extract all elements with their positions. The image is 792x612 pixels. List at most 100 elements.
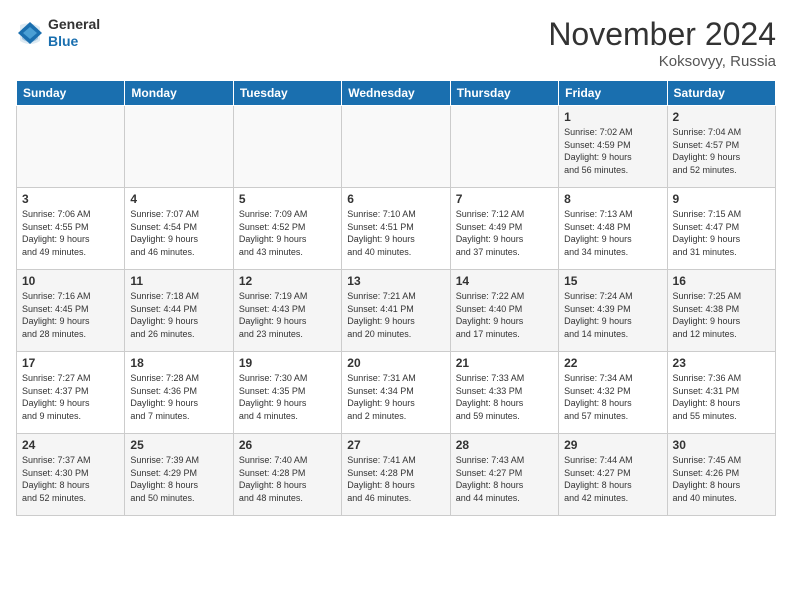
cell-2-4: 14Sunrise: 7:22 AMSunset: 4:40 PMDayligh…	[450, 270, 558, 352]
day-info: Sunrise: 7:04 AMSunset: 4:57 PMDaylight:…	[673, 126, 770, 176]
week-row-1: 1 Sunrise: 7:02 AMSunset: 4:59 PMDaylight…	[17, 106, 776, 188]
day-number: 1	[564, 110, 661, 124]
logo-icon	[16, 19, 44, 47]
cell-0-5: 1 Sunrise: 7:02 AMSunset: 4:59 PMDaylight…	[559, 106, 667, 188]
day-number: 8	[564, 192, 661, 206]
day-number: 23	[673, 356, 770, 370]
day-number: 11	[130, 274, 227, 288]
col-monday: Monday	[125, 81, 233, 106]
day-number: 10	[22, 274, 119, 288]
col-wednesday: Wednesday	[342, 81, 450, 106]
month-title: November 2024	[548, 16, 776, 53]
cell-1-1: 4 Sunrise: 7:07 AMSunset: 4:54 PMDaylight…	[125, 188, 233, 270]
cell-4-1: 25 Sunrise: 7:39 AMSunset: 4:29 PMDayligh…	[125, 434, 233, 516]
logo: General Blue	[16, 16, 100, 50]
col-sunday: Sunday	[17, 81, 125, 106]
day-info: Sunrise: 7:39 AMSunset: 4:29 PMDaylight:…	[130, 454, 227, 504]
cell-3-5: 22 Sunrise: 7:34 AMSunset: 4:32 PMDayligh…	[559, 352, 667, 434]
day-info: Sunrise: 7:15 AMSunset: 4:47 PMDaylight:…	[673, 208, 770, 258]
week-row-2: 3Sunrise: 7:06 AMSunset: 4:55 PMDaylight…	[17, 188, 776, 270]
week-row-3: 10 Sunrise: 7:16 AMSunset: 4:45 PMDayligh…	[17, 270, 776, 352]
day-number: 19	[239, 356, 336, 370]
cell-4-3: 27 Sunrise: 7:41 AMSunset: 4:28 PMDayligh…	[342, 434, 450, 516]
title-block: November 2024 Koksovyy, Russia	[548, 16, 776, 70]
day-info: Sunrise: 7:13 AMSunset: 4:48 PMDaylight:…	[564, 208, 661, 258]
week-row-4: 17Sunrise: 7:27 AMSunset: 4:37 PMDayligh…	[17, 352, 776, 434]
day-number: 4	[130, 192, 227, 206]
day-info: Sunrise: 7:34 AMSunset: 4:32 PMDaylight:…	[564, 372, 661, 422]
day-info: Sunrise: 7:18 AMSunset: 4:44 PMDaylight:…	[130, 290, 227, 340]
day-info: Sunrise: 7:45 AMSunset: 4:26 PMDaylight:…	[673, 454, 770, 504]
day-info: Sunrise: 7:22 AMSunset: 4:40 PMDaylight:…	[456, 290, 553, 340]
cell-2-3: 13 Sunrise: 7:21 AMSunset: 4:41 PMDayligh…	[342, 270, 450, 352]
day-info: Sunrise: 7:30 AMSunset: 4:35 PMDaylight:…	[239, 372, 336, 422]
cell-0-4	[450, 106, 558, 188]
cell-3-4: 21 Sunrise: 7:33 AMSunset: 4:33 PMDayligh…	[450, 352, 558, 434]
day-number: 21	[456, 356, 553, 370]
day-info: Sunrise: 7:40 AMSunset: 4:28 PMDaylight:…	[239, 454, 336, 504]
day-info: Sunrise: 7:43 AMSunset: 4:27 PMDaylight:…	[456, 454, 553, 504]
day-info: Sunrise: 7:37 AMSunset: 4:30 PMDaylight:…	[22, 454, 119, 504]
day-number: 20	[347, 356, 444, 370]
day-info: Sunrise: 7:21 AMSunset: 4:41 PMDaylight:…	[347, 290, 444, 340]
header: General Blue November 2024 Koksovyy, Rus…	[16, 16, 776, 70]
day-info: Sunrise: 7:19 AMSunset: 4:43 PMDaylight:…	[239, 290, 336, 340]
day-number: 2	[673, 110, 770, 124]
cell-0-1	[125, 106, 233, 188]
logo-text: General Blue	[48, 16, 100, 50]
cell-1-6: 9Sunrise: 7:15 AMSunset: 4:47 PMDaylight…	[667, 188, 775, 270]
cell-1-2: 5Sunrise: 7:09 AMSunset: 4:52 PMDaylight…	[233, 188, 341, 270]
day-number: 15	[564, 274, 661, 288]
cell-3-1: 18Sunrise: 7:28 AMSunset: 4:36 PMDayligh…	[125, 352, 233, 434]
page: General Blue November 2024 Koksovyy, Rus…	[0, 0, 792, 612]
day-number: 6	[347, 192, 444, 206]
cell-0-2	[233, 106, 341, 188]
week-row-5: 24 Sunrise: 7:37 AMSunset: 4:30 PMDayligh…	[17, 434, 776, 516]
cell-2-2: 12Sunrise: 7:19 AMSunset: 4:43 PMDayligh…	[233, 270, 341, 352]
day-info: Sunrise: 7:25 AMSunset: 4:38 PMDaylight:…	[673, 290, 770, 340]
col-tuesday: Tuesday	[233, 81, 341, 106]
cell-3-6: 23Sunrise: 7:36 AMSunset: 4:31 PMDayligh…	[667, 352, 775, 434]
cell-4-0: 24 Sunrise: 7:37 AMSunset: 4:30 PMDayligh…	[17, 434, 125, 516]
cell-2-0: 10 Sunrise: 7:16 AMSunset: 4:45 PMDayligh…	[17, 270, 125, 352]
cell-2-6: 16 Sunrise: 7:25 AMSunset: 4:38 PMDayligh…	[667, 270, 775, 352]
day-info: Sunrise: 7:07 AMSunset: 4:54 PMDaylight:…	[130, 208, 227, 258]
day-info: Sunrise: 7:02 AMSunset: 4:59 PMDaylight:…	[564, 126, 661, 176]
day-number: 28	[456, 438, 553, 452]
cell-0-0	[17, 106, 125, 188]
cell-0-6: 2 Sunrise: 7:04 AMSunset: 4:57 PMDaylight…	[667, 106, 775, 188]
day-number: 16	[673, 274, 770, 288]
day-number: 25	[130, 438, 227, 452]
day-info: Sunrise: 7:24 AMSunset: 4:39 PMDaylight:…	[564, 290, 661, 340]
day-info: Sunrise: 7:16 AMSunset: 4:45 PMDaylight:…	[22, 290, 119, 340]
day-number: 13	[347, 274, 444, 288]
cell-4-2: 26 Sunrise: 7:40 AMSunset: 4:28 PMDayligh…	[233, 434, 341, 516]
day-number: 26	[239, 438, 336, 452]
day-number: 22	[564, 356, 661, 370]
cell-4-4: 28 Sunrise: 7:43 AMSunset: 4:27 PMDayligh…	[450, 434, 558, 516]
cell-4-6: 30 Sunrise: 7:45 AMSunset: 4:26 PMDayligh…	[667, 434, 775, 516]
day-number: 30	[673, 438, 770, 452]
day-number: 27	[347, 438, 444, 452]
cell-4-5: 29Sunrise: 7:44 AMSunset: 4:27 PMDayligh…	[559, 434, 667, 516]
cell-1-5: 8 Sunrise: 7:13 AMSunset: 4:48 PMDaylight…	[559, 188, 667, 270]
cell-2-1: 11 Sunrise: 7:18 AMSunset: 4:44 PMDayligh…	[125, 270, 233, 352]
day-info: Sunrise: 7:41 AMSunset: 4:28 PMDaylight:…	[347, 454, 444, 504]
cell-1-3: 6Sunrise: 7:10 AMSunset: 4:51 PMDaylight…	[342, 188, 450, 270]
day-info: Sunrise: 7:12 AMSunset: 4:49 PMDaylight:…	[456, 208, 553, 258]
day-info: Sunrise: 7:33 AMSunset: 4:33 PMDaylight:…	[456, 372, 553, 422]
cell-3-3: 20Sunrise: 7:31 AMSunset: 4:34 PMDayligh…	[342, 352, 450, 434]
logo-blue: Blue	[48, 33, 78, 49]
day-info: Sunrise: 7:28 AMSunset: 4:36 PMDaylight:…	[130, 372, 227, 422]
day-number: 7	[456, 192, 553, 206]
col-thursday: Thursday	[450, 81, 558, 106]
day-number: 5	[239, 192, 336, 206]
day-number: 3	[22, 192, 119, 206]
location: Koksovyy, Russia	[548, 53, 776, 70]
day-number: 24	[22, 438, 119, 452]
cell-1-0: 3Sunrise: 7:06 AMSunset: 4:55 PMDaylight…	[17, 188, 125, 270]
cell-1-4: 7 Sunrise: 7:12 AMSunset: 4:49 PMDaylight…	[450, 188, 558, 270]
col-friday: Friday	[559, 81, 667, 106]
cell-0-3	[342, 106, 450, 188]
logo-general: General	[48, 16, 100, 32]
